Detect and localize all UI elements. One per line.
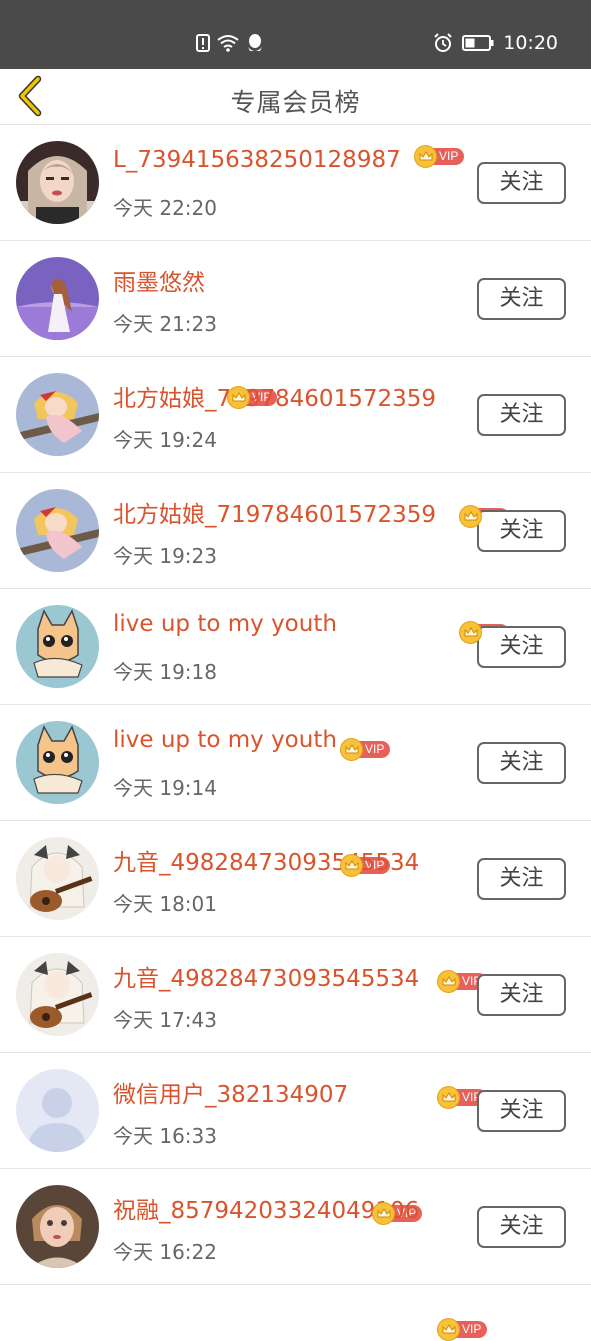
follow-button[interactable]: 关注 xyxy=(477,1206,566,1248)
follow-button[interactable]: 关注 xyxy=(477,394,566,436)
crown-icon xyxy=(459,504,482,528)
avatar-girl-photo[interactable] xyxy=(16,141,99,224)
visit-time: 今天 19:14 xyxy=(113,776,217,800)
crown-icon xyxy=(340,737,363,761)
follow-button[interactable]: 关注 xyxy=(477,626,566,668)
follow-button[interactable]: 关注 xyxy=(477,162,566,204)
avatar-anime-guitar[interactable] xyxy=(16,953,99,1036)
wifi-icon xyxy=(217,35,239,52)
member-name: 九音_49828473093545534 xyxy=(113,966,420,992)
member-name: live up to my youth xyxy=(113,611,337,637)
vip-badge: VIP xyxy=(414,144,465,168)
member-row-2[interactable]: 雨墨悠然 VIP 今天 21:23 关注 xyxy=(0,241,591,409)
member-row-4[interactable]: 北方姑娘_719784601572359 VIP 今天 19:23 关注 xyxy=(0,473,591,644)
crown-icon xyxy=(372,1201,395,1225)
member-name: 九音_49828473093545534 xyxy=(113,850,420,876)
status-bar: 10:20 xyxy=(0,0,591,69)
visit-time: 今天 19:24 xyxy=(113,428,217,452)
crown-icon xyxy=(414,144,437,168)
follow-button[interactable]: 关注 xyxy=(477,278,566,320)
member-row-8[interactable]: 九音_49828473093545534 VIP 今天 17:43 关注 xyxy=(0,937,591,1109)
vip-badge: VIP xyxy=(437,1317,488,1341)
alert-icon xyxy=(196,34,210,52)
crown-icon xyxy=(437,1085,460,1109)
avatar-cartoon-cat[interactable] xyxy=(16,605,99,688)
member-name: 北方姑娘_719784601572359 xyxy=(113,386,436,412)
visit-time: 今天 19:18 xyxy=(113,660,217,684)
top-nav-bar: 专属会员榜 xyxy=(0,69,591,125)
member-row-9[interactable]: 微信用户_382134907 VIP 今天 16:33 关注 xyxy=(0,1053,591,1225)
crown-icon xyxy=(227,385,250,409)
avatar-anime-guitar[interactable] xyxy=(16,837,99,920)
battery-icon xyxy=(462,35,494,51)
clock-time: 10:20 xyxy=(503,32,558,54)
member-list: L_739415638250128987 VIP 今天 22:20 关注 雨墨悠… xyxy=(0,125,591,1341)
member-row-5[interactable]: live up to my youth VIP 今天 19:18 关注 xyxy=(0,589,591,761)
visit-time: 今天 18:01 xyxy=(113,892,217,916)
follow-button[interactable]: 关注 xyxy=(477,858,566,900)
qq-icon xyxy=(248,34,262,51)
member-row-10[interactable]: 祝融_85794203324049106 VIP 今天 16:22 关注 xyxy=(0,1169,591,1341)
visit-time: 今天 16:22 xyxy=(113,1240,217,1264)
visit-time: 今天 19:23 xyxy=(113,544,217,568)
member-name: live up to my youth xyxy=(113,727,337,753)
status-icons-left xyxy=(196,32,264,54)
crown-icon xyxy=(437,1317,460,1341)
visit-time: 今天 21:23 xyxy=(113,312,217,336)
avatar-lavender-field[interactable] xyxy=(16,257,99,340)
member-row-6[interactable]: live up to my youth VIP 今天 19:14 关注 xyxy=(0,705,591,877)
follow-button[interactable]: 关注 xyxy=(477,974,566,1016)
avatar-doll-photo[interactable] xyxy=(16,1185,99,1268)
follow-button[interactable]: 关注 xyxy=(477,510,566,552)
alarm-icon xyxy=(434,33,452,52)
crown-icon xyxy=(437,969,460,993)
visit-time: 今天 22:20 xyxy=(113,196,217,220)
member-row-7[interactable]: 九音_49828473093545534 VIP 今天 18:01 关注 xyxy=(0,821,591,993)
follow-button[interactable]: 关注 xyxy=(477,742,566,784)
member-name: 微信用户_382134907 xyxy=(113,1082,349,1108)
member-row-1[interactable]: L_739415638250128987 VIP 今天 22:20 关注 xyxy=(0,125,591,241)
avatar-cartoon-cat[interactable] xyxy=(16,721,99,804)
follow-button[interactable]: 关注 xyxy=(477,1090,566,1132)
member-name: 北方姑娘_719784601572359 xyxy=(113,502,436,528)
page-title: 专属会员榜 xyxy=(230,88,361,117)
member-row-3[interactable]: 北方姑娘_719784601572359 VIP 今天 19:24 关注 xyxy=(0,357,591,528)
member-name: 雨墨悠然 xyxy=(113,270,205,296)
crown-icon xyxy=(340,853,363,877)
avatar-anime-witch[interactable] xyxy=(16,373,99,456)
status-icons-right: 10:20 xyxy=(433,32,558,54)
crown-icon xyxy=(459,620,482,644)
avatar-default-user[interactable] xyxy=(16,1069,99,1152)
visit-time: 今天 17:43 xyxy=(113,1008,217,1032)
avatar-anime-witch[interactable] xyxy=(16,489,99,572)
visit-time: 今天 16:33 xyxy=(113,1124,217,1148)
member-name: L_739415638250128987 xyxy=(113,147,401,173)
